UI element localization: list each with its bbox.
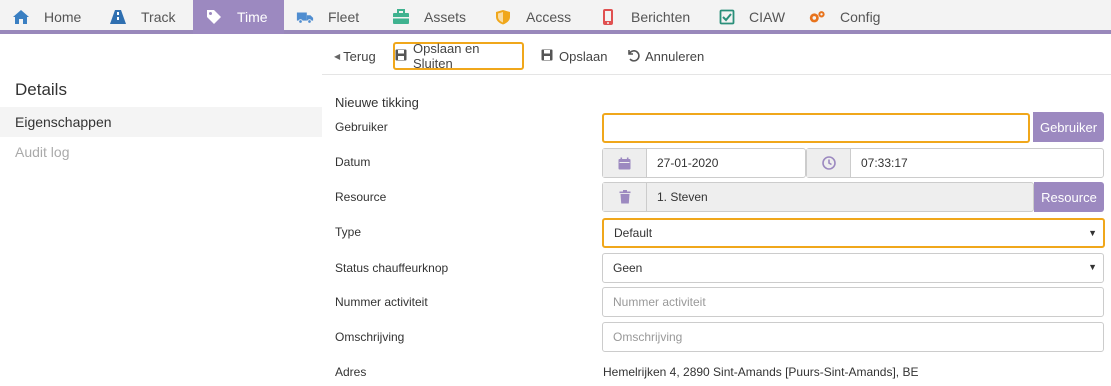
cancel-label: Annuleren: [645, 48, 705, 64]
floppy-icon: [541, 49, 556, 64]
nav-fleet[interactable]: Fleet: [284, 0, 380, 34]
omschrijving-input[interactable]: Omschrijving: [602, 322, 1104, 352]
nav-time-label: Time: [237, 9, 268, 25]
nav-config[interactable]: Config: [796, 0, 906, 34]
status-select[interactable]: Geen ▼: [602, 253, 1104, 283]
adres-label: Adres: [335, 365, 367, 379]
shield-icon: [494, 8, 512, 26]
road-icon: [109, 8, 127, 26]
save-and-close-button[interactable]: Opslaan en Sluiten: [393, 41, 524, 71]
adres-value: Hemelrijken 4, 2890 Sint-Amands [Puurs-S…: [603, 365, 919, 379]
type-select[interactable]: Default ▼: [602, 218, 1105, 248]
time-value[interactable]: 07:33:17: [851, 156, 908, 170]
nav-access[interactable]: Access: [482, 0, 587, 34]
home-icon: [12, 8, 30, 26]
nav-home-label: Home: [44, 9, 82, 25]
save-and-close-label: Opslaan en Sluiten: [413, 41, 480, 71]
status-value: Geen: [613, 261, 643, 275]
save-label: Opslaan: [559, 48, 608, 64]
time-field: 07:33:17: [806, 148, 1104, 178]
nav-track-label: Track: [141, 9, 176, 25]
undo-icon: [626, 48, 643, 65]
trash-icon[interactable]: [603, 183, 647, 211]
section-title: Nieuwe tikking: [335, 95, 419, 110]
resource-button[interactable]: Resource: [1034, 182, 1104, 212]
tag-icon: [205, 8, 223, 26]
type-label: Type: [335, 225, 362, 239]
top-nav: Home Track Time Fleet Assets Access Beri…: [0, 0, 1111, 34]
omschrijving-label: Omschrijving: [335, 330, 405, 344]
date-field: 27-01-2020: [602, 148, 806, 178]
nav-access-label: Access: [526, 9, 572, 25]
nav-track[interactable]: Track: [97, 0, 193, 34]
omschrijving-placeholder: Omschrijving: [613, 330, 683, 344]
gebruiker-button[interactable]: Gebruiker: [1033, 112, 1104, 142]
checkbox-icon: [719, 8, 735, 26]
nav-assets-label: Assets: [424, 9, 467, 25]
nav-ciaw-label: CIAW: [749, 9, 786, 25]
nav-assets[interactable]: Assets: [380, 0, 482, 34]
type-value: Default: [614, 226, 653, 240]
nav-berichten-label: Berichten: [631, 9, 691, 25]
toolbar: ◀ Terug Opslaan en Sluiten Opslaan Annul…: [322, 38, 1111, 75]
cancel-button[interactable]: Annuleren: [626, 43, 704, 69]
gebruiker-input[interactable]: [602, 113, 1030, 143]
nummer-placeholder: Nummer activiteit: [613, 295, 706, 309]
nav-time[interactable]: Time: [193, 0, 284, 34]
status-label: Status chauffeurknop: [335, 261, 449, 275]
caret-down-icon: ▼: [1088, 262, 1097, 272]
sidebar-item-eigenschappen[interactable]: Eigenschappen: [0, 107, 322, 137]
sidebar-title: Details: [15, 80, 67, 99]
caret-down-icon: ▼: [1088, 228, 1097, 238]
datum-label: Datum: [335, 155, 371, 169]
nav-ciaw[interactable]: CIAW: [707, 0, 796, 34]
briefcase-icon: [392, 8, 410, 26]
nummer-label: Nummer activiteit: [335, 295, 428, 309]
nav-berichten[interactable]: Berichten: [587, 0, 707, 34]
cogs-icon: [808, 8, 826, 26]
floppy-icon: [395, 49, 410, 64]
sidebar-item-audit-log[interactable]: Audit log: [0, 137, 322, 167]
nav-config-label: Config: [840, 9, 881, 25]
date-value[interactable]: 27-01-2020: [647, 156, 718, 170]
caret-left-icon: ◀: [334, 51, 341, 61]
resource-value: 1. Steven: [657, 190, 708, 204]
back-label: Terug: [343, 48, 376, 64]
truck-icon: [296, 8, 314, 26]
gebruiker-label: Gebruiker: [335, 120, 388, 134]
resource-label: Resource: [335, 190, 387, 204]
calendar-icon[interactable]: [603, 149, 647, 177]
clock-icon[interactable]: [807, 149, 851, 177]
nummer-input[interactable]: Nummer activiteit: [602, 287, 1104, 317]
nav-home[interactable]: Home: [0, 0, 97, 34]
save-button[interactable]: Opslaan: [541, 43, 607, 69]
resource-field: 1. Steven: [602, 182, 1034, 212]
back-button[interactable]: ◀ Terug: [334, 43, 376, 69]
mobile-icon: [599, 8, 617, 26]
nav-fleet-label: Fleet: [328, 9, 360, 25]
